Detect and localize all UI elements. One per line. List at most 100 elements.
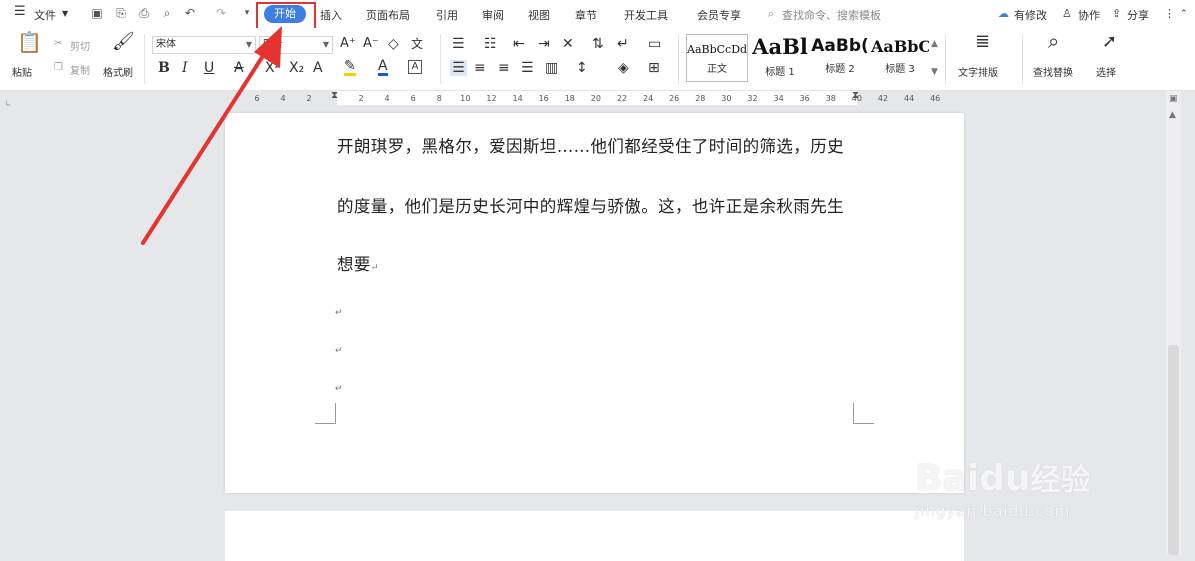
tab-stop-marker-icon[interactable]: ∟ [5, 99, 12, 108]
increase-indent-icon[interactable]: ⇥ [538, 36, 550, 52]
shading-icon[interactable]: ◈ [618, 60, 629, 76]
font-name-select[interactable]: 宋体 ▼ [152, 36, 256, 54]
cut-button[interactable]: 剪切 [70, 38, 90, 53]
paragraph-mark[interactable]: ↵ [335, 346, 343, 356]
line-spacing-icon[interactable]: ↕ [576, 60, 588, 76]
right-indent-marker-icon[interactable]: ⧗ [852, 90, 859, 101]
style-normal[interactable]: AaBbCcDd 正文 [686, 34, 748, 82]
scroll-top-icon[interactable]: ▣ [1169, 94, 1178, 104]
divider [678, 34, 679, 84]
style-heading-1[interactable]: AaBl 标题 1 [751, 34, 809, 82]
search-icon[interactable]: ⌕ [768, 7, 774, 21]
distribute-icon[interactable]: ▥ [545, 60, 558, 76]
decrease-indent-icon[interactable]: ⇤ [513, 36, 525, 52]
align-center-icon[interactable]: ≡ [474, 60, 486, 76]
tab-member[interactable]: 会员专享 [697, 7, 741, 23]
numbered-list-icon[interactable]: ☷ [484, 36, 497, 52]
share-button[interactable]: 分享 [1127, 7, 1149, 23]
document-text-line[interactable]: 想要↵ [337, 251, 379, 275]
customize-toolbar-icon[interactable]: ▾ [240, 6, 254, 20]
save-icon[interactable]: ▣ [90, 6, 104, 20]
document-text-line[interactable]: 开朗琪罗，黑格尔，爱因斯坦……他们都经受住了时间的筛选，历史 [337, 133, 844, 157]
ruler-tick-label: 2 [306, 94, 312, 103]
format-painter-button[interactable]: 格式刷 [103, 64, 133, 79]
scrollbar-thumb[interactable] [1168, 345, 1179, 555]
select-button[interactable]: 选择 [1096, 64, 1116, 79]
paragraph-mark[interactable]: ↵ [335, 308, 343, 318]
shrink-font-icon[interactable]: A⁻ [363, 36, 379, 52]
tab-insert[interactable]: 插入 [320, 7, 342, 23]
find-replace-button[interactable]: 查找替换 [1033, 64, 1073, 79]
scroll-up-icon[interactable]: ▲ [1169, 110, 1176, 120]
tab-developer[interactable]: 开发工具 [624, 7, 668, 23]
subscript-icon[interactable]: X₂ [289, 60, 304, 76]
clear-format-icon[interactable]: ◇ [388, 36, 399, 52]
ruler-tick-label: 38 [825, 94, 836, 103]
style-heading-3[interactable]: AaBbC 标题 3 [871, 34, 929, 82]
highlight-icon[interactable]: ✎ [344, 59, 356, 76]
search-icon[interactable]: ⌕ [1048, 31, 1059, 51]
collapse-ribbon-icon[interactable]: ⌃ [1180, 9, 1188, 19]
paragraph-mark[interactable]: ↵ [335, 384, 343, 394]
horizontal-ruler[interactable]: 6 4 2 2 4 6 8 10 12 14 16 18 20 22 24 26 28 30 32 34 36 38 40 4… [0, 90, 1195, 105]
chinese-layout-icon[interactable]: ✕ [562, 36, 574, 52]
superscript-icon[interactable]: X² [265, 60, 280, 76]
indent-marker-icon[interactable]: ⧗ [331, 90, 338, 101]
align-right-icon[interactable]: ≡ [498, 60, 510, 76]
annotation-highlight-box [256, 2, 316, 31]
tab-references[interactable]: 引用 [436, 7, 458, 23]
tab-page-layout[interactable]: 页面布局 [366, 7, 410, 23]
redo-icon[interactable]: ↷ [214, 6, 228, 20]
font-size-select[interactable]: 四号 ▼ [259, 36, 333, 54]
styles-more-icon[interactable]: ▼ [931, 64, 938, 80]
bold-icon[interactable]: B [158, 60, 170, 76]
show-marks-icon[interactable]: ↵ [617, 36, 629, 52]
paragraph-mark: ↵ [370, 263, 379, 273]
text-layout-button[interactable]: 文字排版 [958, 64, 998, 79]
borders-icon[interactable]: ⊞ [648, 60, 660, 76]
export-icon[interactable]: ⎘ [114, 6, 128, 20]
collaborate-button[interactable]: 协作 [1078, 7, 1100, 23]
ruler-tick-label: 20 [590, 94, 601, 103]
paste-icon[interactable]: 📋 [17, 32, 42, 52]
document-page[interactable]: 开朗琪罗，黑格尔，爱因斯坦……他们都经受住了时间的筛选，历史 的度量，他们是历史… [225, 113, 964, 493]
page-corner-marker [853, 403, 874, 424]
format-painter-icon[interactable]: 🖌 [112, 33, 135, 51]
document-text-line[interactable]: 的度量，他们是历史长河中的辉煌与骄傲。这，也许正是余秋雨先生 [337, 193, 844, 217]
bullet-list-icon[interactable]: ☰ [452, 36, 465, 52]
undo-icon[interactable]: ↶ [183, 6, 197, 20]
style-label: 标题 3 [885, 64, 915, 75]
italic-icon[interactable]: I [182, 60, 188, 76]
tab-view[interactable]: 视图 [528, 7, 550, 23]
ruler-tick-label: 36 [799, 94, 810, 103]
style-preview: AaBl [752, 34, 808, 59]
paste-button[interactable]: 粘贴 [12, 64, 32, 79]
underline-icon[interactable]: U [204, 60, 214, 76]
text-effect-icon[interactable]: A [313, 60, 323, 76]
table-tools-icon[interactable]: ▭ [648, 36, 661, 52]
align-left-icon[interactable]: ☰ [450, 60, 467, 76]
pinyin-icon[interactable]: 文 [411, 36, 423, 52]
hamburger-icon[interactable]: ☰ [14, 4, 26, 19]
styles-scroll-up-icon[interactable]: ▲ [931, 36, 938, 52]
tab-chapter[interactable]: 章节 [575, 7, 597, 23]
char-border-icon[interactable]: A [408, 60, 422, 74]
modified-status[interactable]: 有修改 [1014, 7, 1047, 23]
more-icon[interactable]: ⋮ [1164, 7, 1175, 20]
strikethrough-icon[interactable]: A [234, 60, 244, 76]
print-icon[interactable]: ⎙ [137, 6, 151, 20]
font-color-icon[interactable]: A [378, 59, 388, 76]
text-layout-icon[interactable]: ≣ [975, 33, 990, 51]
document-page-next[interactable] [225, 511, 964, 561]
style-heading-2[interactable]: AaBb( 标题 2 [811, 34, 869, 82]
file-menu[interactable]: 文件 [34, 7, 56, 23]
copy-button[interactable]: 复制 [70, 62, 90, 77]
grow-font-icon[interactable]: A⁺ [340, 36, 356, 52]
cursor-icon[interactable]: ➚ [1102, 33, 1117, 51]
tab-review[interactable]: 审阅 [482, 7, 504, 23]
sort-icon[interactable]: ⇅ [592, 36, 604, 52]
command-search-input[interactable]: 查找命令、搜索模板 [782, 7, 881, 23]
justify-icon[interactable]: ☰ [521, 60, 534, 76]
print-preview-icon[interactable]: ⌕ [160, 6, 174, 20]
chevron-down-icon[interactable]: ▼ [62, 9, 68, 18]
